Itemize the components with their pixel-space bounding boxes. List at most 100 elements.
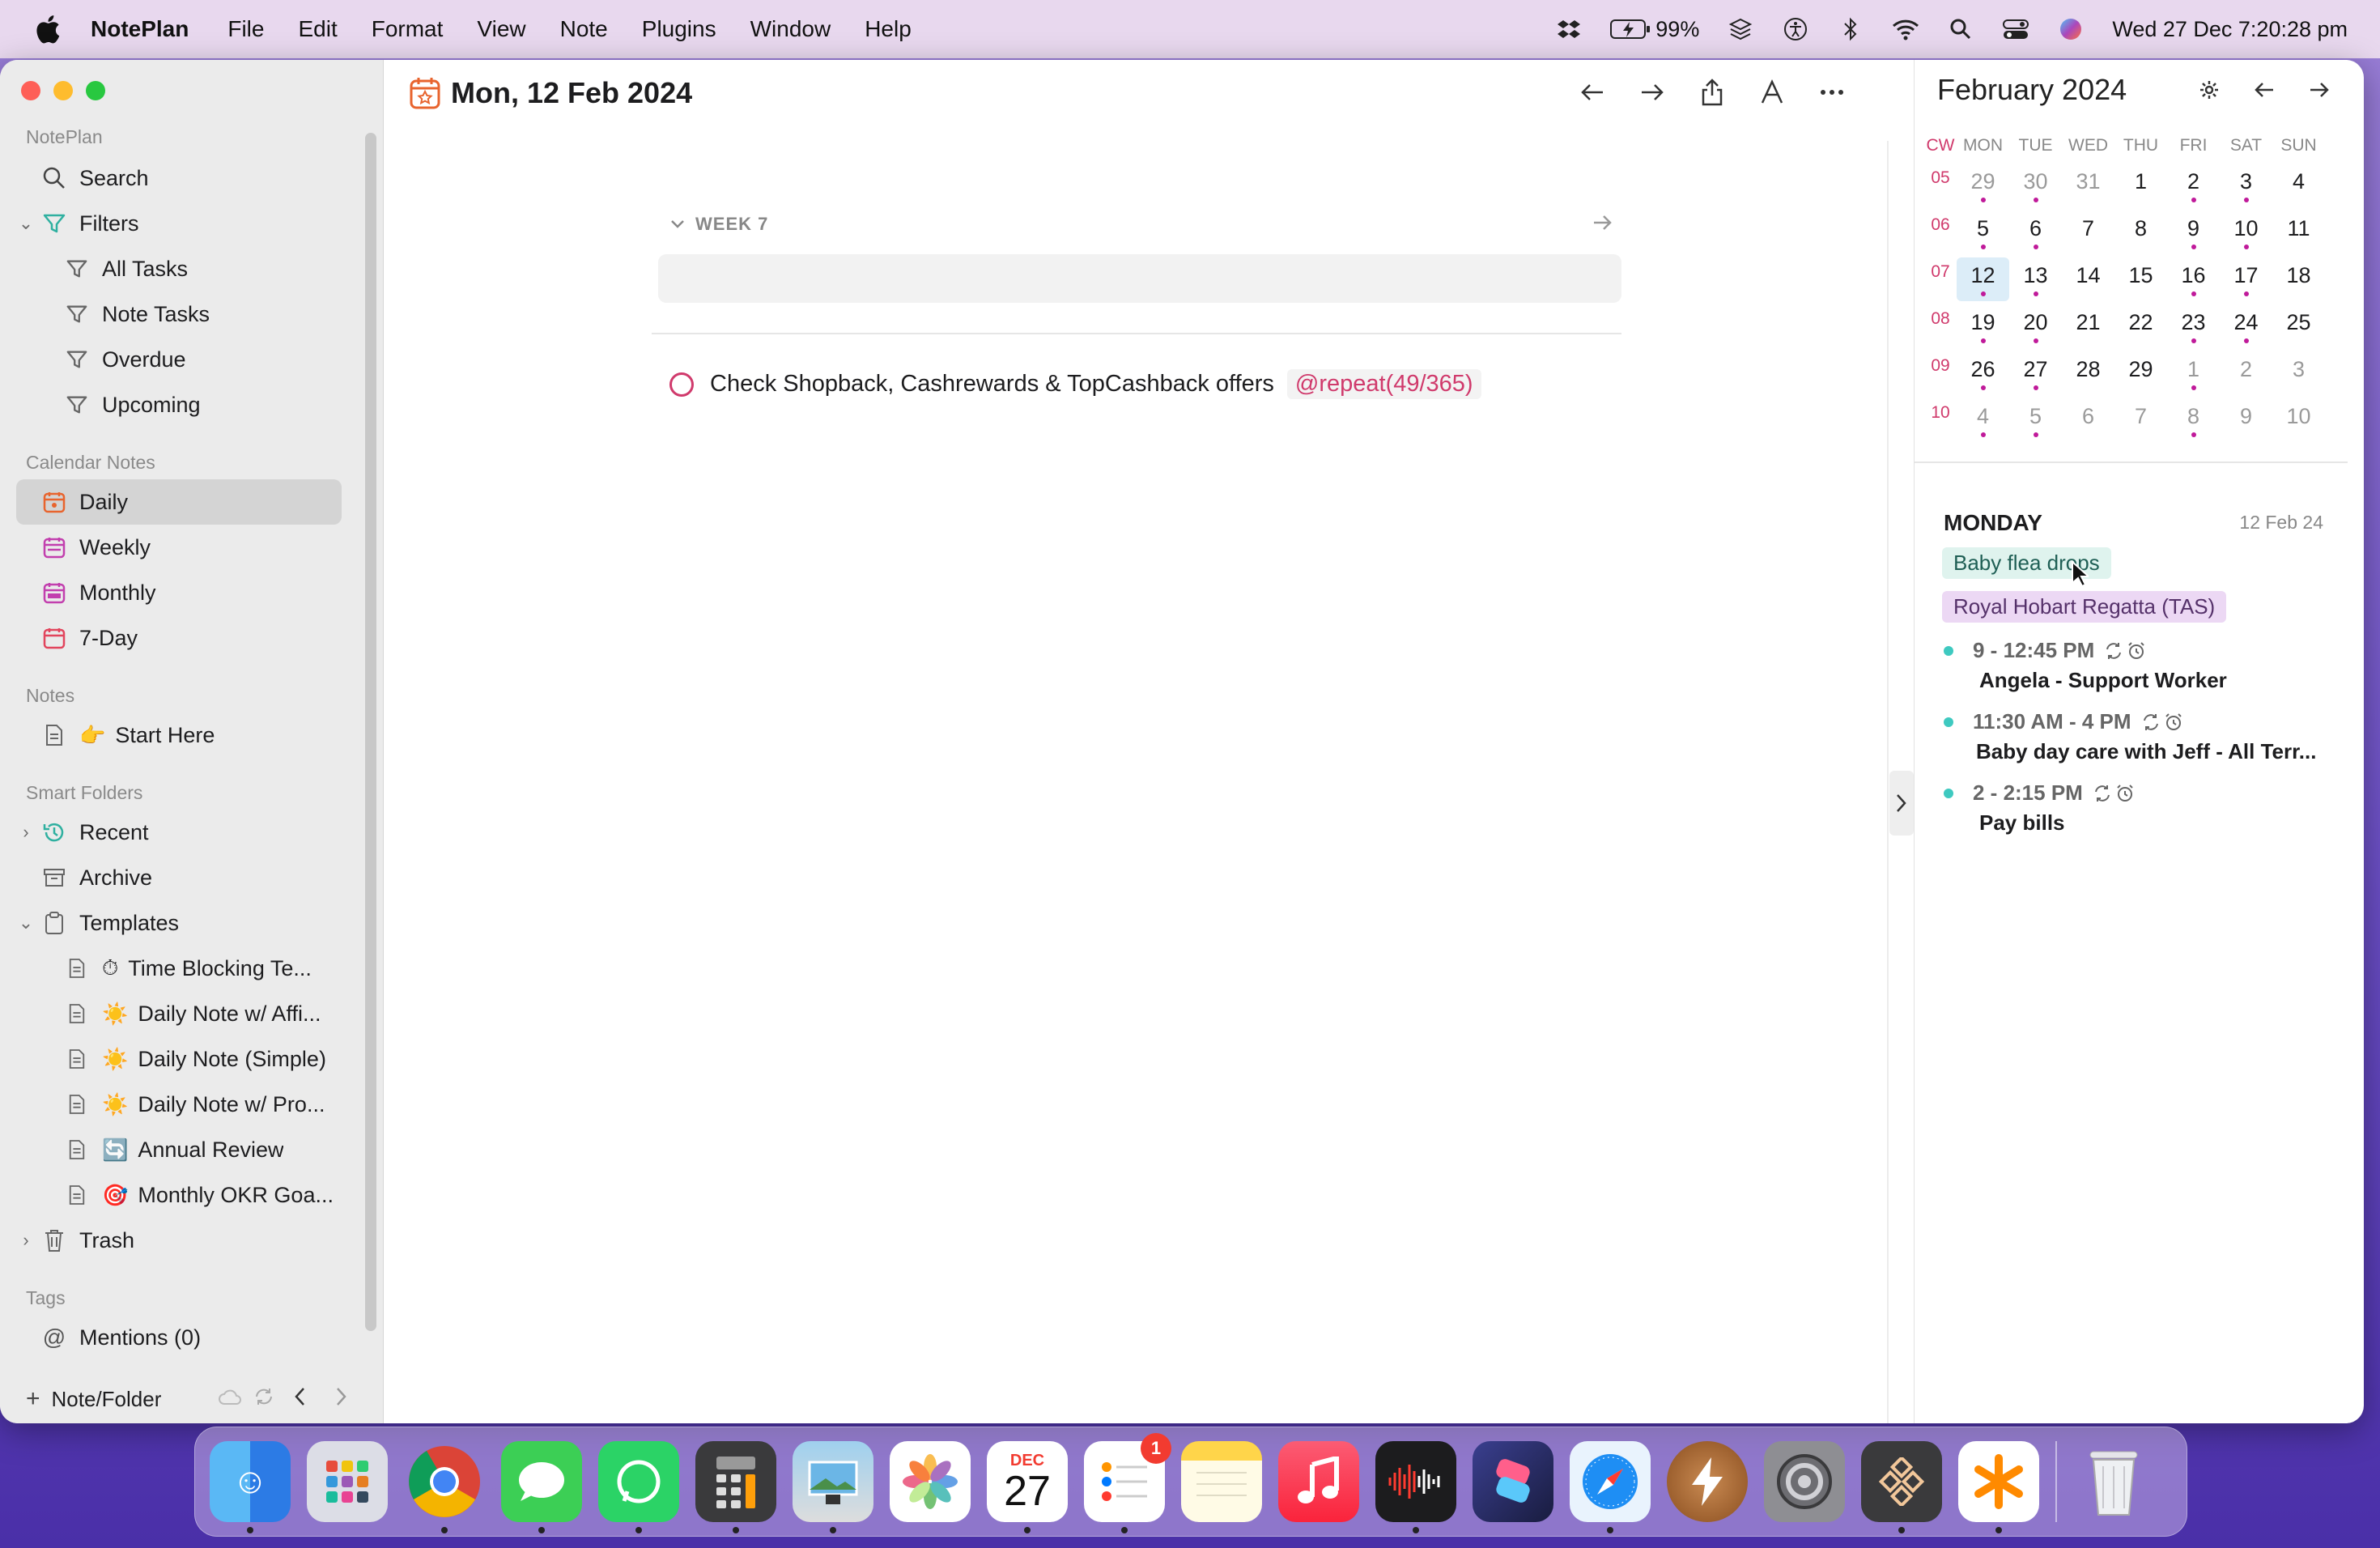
task-text[interactable]: Check Shopback, Cashrewards & TopCashbac…: [710, 371, 1274, 398]
sidebar-item-filters[interactable]: ⌄ Filters: [16, 201, 342, 246]
menu-view[interactable]: View: [477, 16, 525, 42]
sidebar-item-templates[interactable]: ⌄ Templates: [16, 900, 342, 946]
sidebar-item-weekly[interactable]: Weekly: [16, 525, 342, 570]
calendar-day[interactable]: 7: [2062, 211, 2114, 254]
calendar-day[interactable]: 1: [2114, 164, 2167, 207]
open-week-arrow-icon[interactable]: [1591, 211, 1615, 235]
calendar-day[interactable]: 4: [2272, 164, 2325, 207]
calendar-day[interactable]: 2: [2167, 164, 2220, 207]
calendar-previous-month-button[interactable]: [2252, 78, 2276, 102]
calendar-week-number[interactable]: 06: [1924, 209, 1957, 253]
forward-icon[interactable]: [333, 1386, 349, 1413]
calendar-day[interactable]: 11: [2272, 211, 2325, 254]
calendar-day[interactable]: 24: [2220, 304, 2272, 348]
more-options-button[interactable]: [1817, 78, 1847, 107]
calendar-day[interactable]: 6: [2062, 398, 2114, 442]
back-icon[interactable]: [292, 1386, 308, 1413]
sync-icon[interactable]: [253, 1386, 274, 1413]
sidebar-item-recent[interactable]: › Recent: [16, 810, 342, 855]
chevron-down-icon[interactable]: ⌄: [16, 912, 36, 933]
calendar-day[interactable]: 12: [1957, 257, 2009, 301]
toggle-sidebar-button[interactable]: [1889, 771, 1914, 836]
whatsapp-icon[interactable]: [598, 1441, 679, 1533]
calendar-week-number[interactable]: 09: [1924, 350, 1957, 393]
calendar-day[interactable]: 9: [2167, 211, 2220, 254]
calendar-day[interactable]: 29: [1957, 164, 2009, 207]
messages-icon[interactable]: [501, 1441, 582, 1533]
finder-icon[interactable]: ☺: [210, 1441, 291, 1533]
menu-edit[interactable]: Edit: [298, 16, 337, 42]
calendar-day[interactable]: 8: [2167, 398, 2220, 442]
calendar-day[interactable]: 20: [2009, 304, 2062, 348]
calendar-week-number[interactable]: 05: [1924, 162, 1957, 206]
voice-memos-icon[interactable]: [1375, 1441, 1456, 1533]
menu-format[interactable]: Format: [372, 16, 444, 42]
week-note-preview[interactable]: [658, 254, 1621, 303]
asterisk-app-icon[interactable]: [1958, 1441, 2039, 1533]
calendar-day[interactable]: 16: [2167, 257, 2220, 301]
chevron-right-icon[interactable]: ›: [16, 822, 36, 843]
chevron-down-icon[interactable]: ⌄: [16, 213, 36, 234]
sidebar-item-daily[interactable]: Daily: [16, 479, 342, 525]
chevron-right-icon[interactable]: ›: [16, 1230, 36, 1251]
calendar-day[interactable]: 3: [2272, 351, 2325, 395]
next-day-button[interactable]: [1638, 78, 1667, 107]
sidebar-scrollbar[interactable]: [365, 133, 376, 1331]
sidebar-item-upcoming[interactable]: Upcoming: [16, 382, 342, 427]
menu-plugins[interactable]: Plugins: [642, 16, 716, 42]
wifi-icon[interactable]: [1892, 15, 1919, 43]
sidebar-item-template-pro[interactable]: ☀️ Daily Note w/ Pro...: [16, 1082, 342, 1127]
calendar-day[interactable]: 26: [1957, 351, 2009, 395]
calendar-day[interactable]: 21: [2062, 304, 2114, 348]
music-icon[interactable]: [1278, 1441, 1359, 1522]
calendar-day[interactable]: 15: [2114, 257, 2167, 301]
menu-file[interactable]: File: [227, 16, 264, 42]
sidebar-item-template-okr[interactable]: 🎯 Monthly OKR Goa...: [16, 1172, 342, 1218]
menu-app-name[interactable]: NotePlan: [91, 16, 189, 42]
task-item[interactable]: Check Shopback, Cashrewards & TopCashbac…: [669, 369, 1481, 399]
calendar-day[interactable]: 2: [2220, 351, 2272, 395]
calendar-app-icon[interactable]: DEC 27: [987, 1441, 1068, 1533]
minimize-window-button[interactable]: [53, 81, 73, 100]
calendar-day[interactable]: 31: [2062, 164, 2114, 207]
calendar-day[interactable]: 7: [2114, 398, 2167, 442]
task-checkbox[interactable]: [669, 372, 694, 397]
apple-icon[interactable]: [32, 13, 62, 45]
close-window-button[interactable]: [21, 81, 40, 100]
launchpad-icon[interactable]: [307, 1441, 388, 1522]
reminders-icon[interactable]: 1: [1084, 1433, 1171, 1533]
calendar-event[interactable]: 2 - 2:15 PM Pay bills: [1944, 780, 2332, 836]
trash-dock-icon[interactable]: [2073, 1441, 2154, 1522]
sidebar-item-start-here[interactable]: 👉 Start Here: [16, 712, 342, 758]
calendar-day[interactable]: 22: [2114, 304, 2167, 348]
new-note-folder-button[interactable]: Note/Folder: [52, 1387, 162, 1412]
calendar-settings-button[interactable]: [2197, 78, 2221, 102]
calendar-day[interactable]: 25: [2272, 304, 2325, 348]
photos-icon[interactable]: [890, 1441, 971, 1522]
bluetooth-icon[interactable]: [1837, 15, 1864, 43]
share-button[interactable]: [1698, 78, 1727, 107]
calendar-day[interactable]: 13: [2009, 257, 2062, 301]
system-settings-icon[interactable]: [1764, 1441, 1845, 1522]
calendar-day[interactable]: 19: [1957, 304, 2009, 348]
notes-icon[interactable]: [1181, 1441, 1262, 1522]
calendar-day[interactable]: 9: [2220, 398, 2272, 442]
calendar-day[interactable]: 28: [2062, 351, 2114, 395]
shortcuts-icon[interactable]: [1473, 1441, 1553, 1522]
font-style-button[interactable]: [1757, 78, 1787, 107]
sidebar-item-trash[interactable]: › Trash: [16, 1218, 342, 1263]
calendar-day[interactable]: 8: [2114, 211, 2167, 254]
calendar-day[interactable]: 6: [2009, 211, 2062, 254]
calendar-day[interactable]: 10: [2220, 211, 2272, 254]
preview-icon[interactable]: [793, 1441, 873, 1533]
calendar-event[interactable]: 9 - 12:45 PM Angela - Support Worker: [1944, 638, 2332, 693]
calendar-day[interactable]: 17: [2220, 257, 2272, 301]
sidebar-item-all-tasks[interactable]: All Tasks: [16, 246, 342, 291]
sidebar-item-archive[interactable]: Archive: [16, 855, 342, 900]
calendar-day[interactable]: 23: [2167, 304, 2220, 348]
calendar-day[interactable]: 14: [2062, 257, 2114, 301]
menubar-clock[interactable]: Wed 27 Dec 7:20:28 pm: [2112, 17, 2348, 42]
sidebar-item-search[interactable]: Search: [16, 155, 342, 201]
sidebar-item-7-day[interactable]: 7-Day: [16, 615, 342, 661]
battery-status[interactable]: 99%: [1610, 15, 1699, 43]
